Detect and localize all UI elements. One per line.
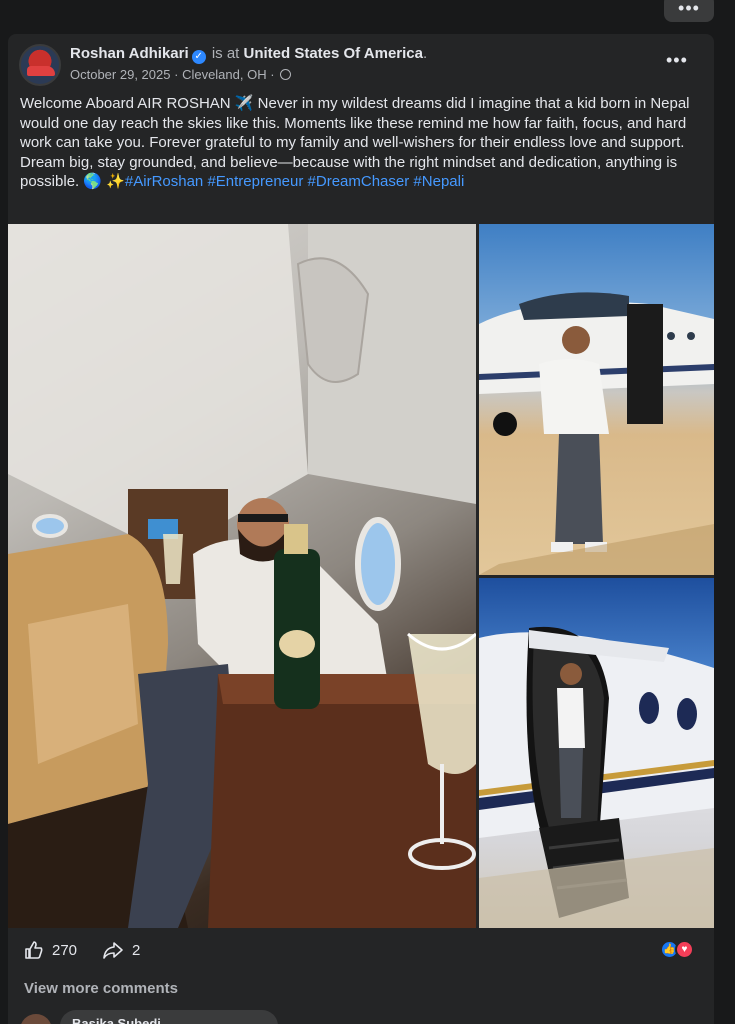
hashtag-link[interactable]: #Entrepreneur — [207, 173, 303, 190]
author-name[interactable]: Roshan Adhikari — [70, 45, 189, 62]
top-bar: ••• — [0, 0, 735, 30]
like-count: 270 — [52, 941, 78, 959]
more-horizontal-icon: ••• — [678, 0, 700, 18]
post-photo-jet-stairs[interactable] — [479, 578, 714, 928]
commenter-name[interactable]: Basika Subedi — [72, 1016, 161, 1024]
more-horizontal-icon: ••• — [666, 50, 688, 70]
hashtag-link[interactable]: #Nepali — [413, 173, 464, 190]
post-photo-jet-standing[interactable] — [479, 224, 714, 575]
post-options-button[interactable]: ••• — [666, 50, 688, 71]
share-button[interactable]: 2 — [102, 940, 140, 960]
reactions-bar: 270 2 👍 ♥ — [8, 928, 714, 972]
view-more-comments-link[interactable]: View more comments — [24, 980, 178, 997]
hashtag-link[interactable]: #DreamChaser — [308, 173, 410, 190]
post-card: Roshan Adhikari ✓ is at United States Of … — [8, 34, 714, 1024]
verified-badge-icon: ✓ — [191, 50, 206, 64]
location-link[interactable]: United States Of America — [244, 45, 424, 62]
post-city: Cleveland, OH — [182, 67, 267, 82]
commenter-avatar[interactable] — [20, 1014, 52, 1024]
like-button[interactable]: 270 — [24, 940, 77, 960]
reaction-summary[interactable]: 👍 ♥ — [660, 940, 694, 959]
more-options-button[interactable]: ••• — [664, 0, 714, 22]
post-meta: October 29, 2025 · Cleveland, OH · — [70, 67, 292, 82]
post-date[interactable]: October 29, 2025 — [70, 67, 170, 82]
post-body: Welcome Aboard AIR ROSHAN ✈️ Never in my… — [20, 94, 708, 192]
globe-icon — [280, 69, 292, 80]
comment-bubble: Basika Subedi — [60, 1010, 278, 1024]
is-at-text: is at — [211, 45, 240, 62]
love-reaction-icon: ♥ — [675, 940, 694, 959]
share-count: 2 — [132, 941, 141, 959]
hashtag-link[interactable]: #AirRoshan — [125, 173, 203, 190]
post-photo-cabin[interactable] — [8, 224, 476, 928]
share-arrow-icon — [103, 942, 123, 959]
thumbs-up-icon — [25, 941, 43, 959]
post-header: Roshan Adhikari ✓ is at United States Of … — [70, 45, 428, 64]
author-avatar[interactable] — [19, 44, 61, 86]
